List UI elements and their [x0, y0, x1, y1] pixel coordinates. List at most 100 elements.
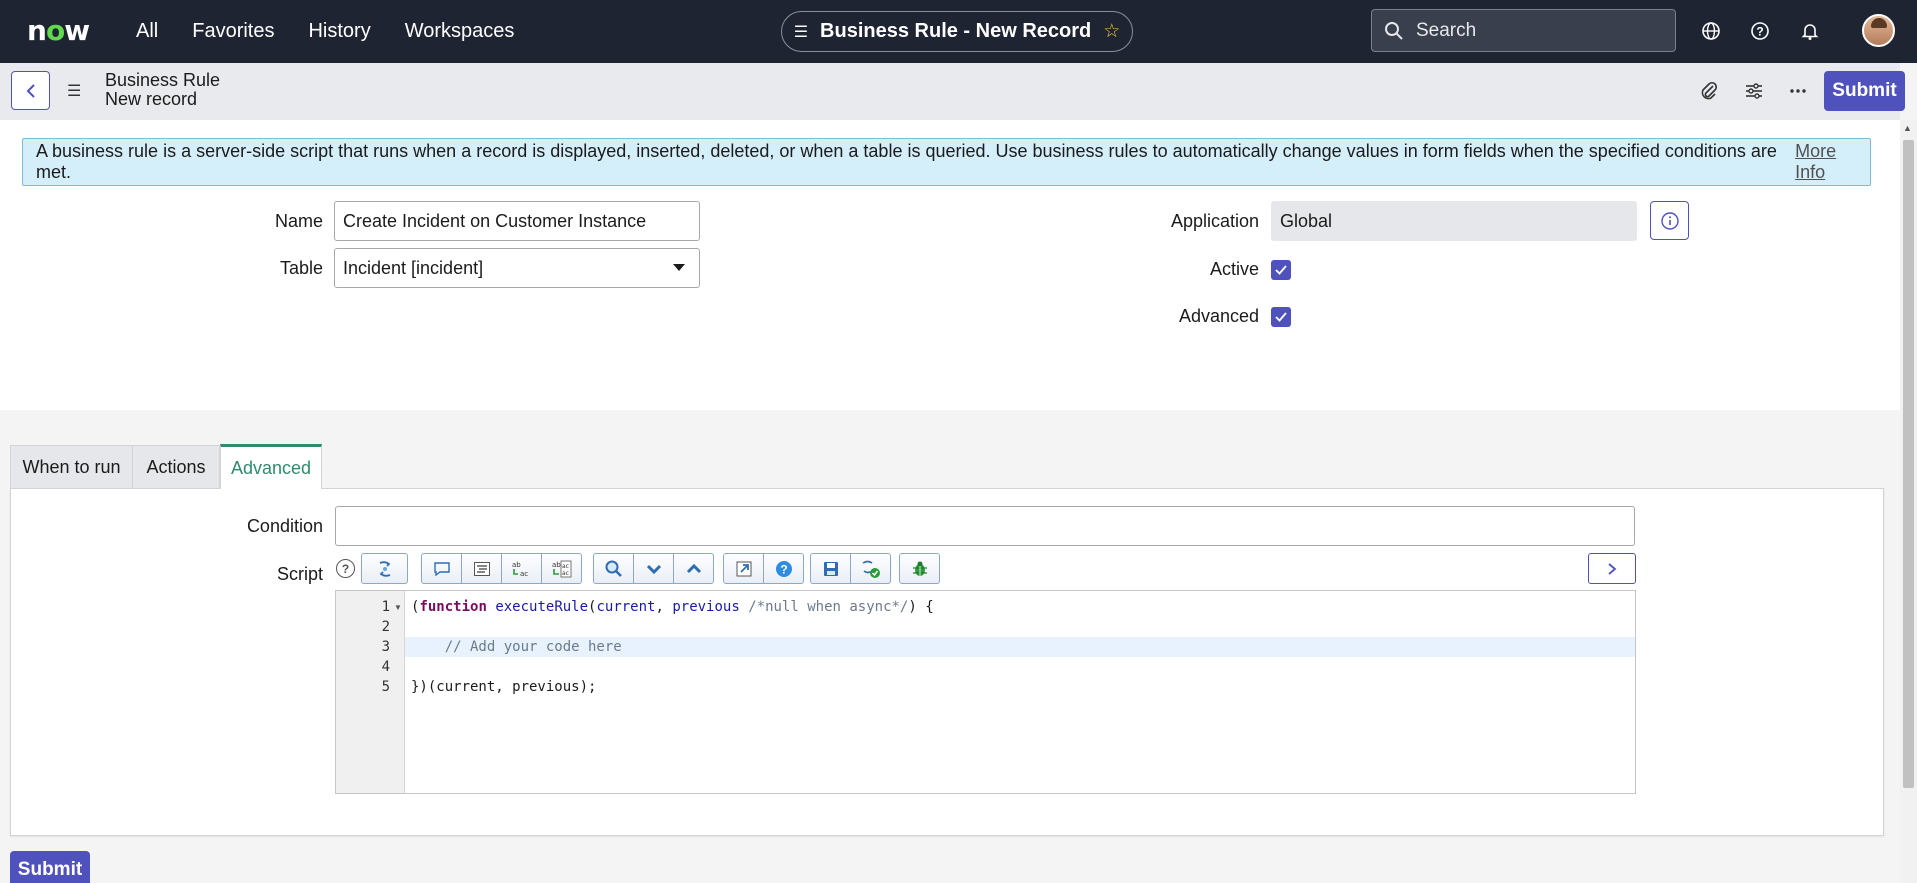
- more-info-link[interactable]: More Info: [1795, 141, 1870, 183]
- line-number: 3: [381, 639, 390, 655]
- nav-all[interactable]: All: [136, 20, 158, 43]
- script-editor[interactable]: 1 ▼ 2 3 4 5 (function executeRule(curren…: [335, 590, 1636, 794]
- submit-button-bottom[interactable]: Submit: [10, 851, 90, 883]
- scrollbar-thumb[interactable]: [1903, 140, 1914, 788]
- info-banner: A business rule is a server-side script …: [22, 138, 1871, 186]
- advanced-label: Advanced: [1178, 306, 1259, 326]
- toolbar-group-format: [361, 553, 408, 584]
- info-icon: [1660, 211, 1679, 230]
- find-next-button[interactable]: [633, 553, 674, 584]
- back-icon: [26, 83, 35, 98]
- chevron-down-icon: [646, 564, 661, 574]
- tab-when-to-run[interactable]: When to run: [10, 445, 133, 489]
- tab-actions[interactable]: Actions: [132, 445, 220, 489]
- syntax-check-icon: [862, 560, 880, 578]
- code-line: // Add your code here: [411, 639, 622, 655]
- expand-script-button[interactable]: [1588, 553, 1636, 584]
- name-label: Name: [274, 211, 323, 231]
- search-placeholder: Search: [1416, 19, 1477, 41]
- check-icon: [1275, 265, 1287, 275]
- nav-favorites[interactable]: Favorites: [192, 20, 274, 43]
- more-icon[interactable]: [1786, 79, 1810, 103]
- code-line: (function executeRule(current, previous …: [411, 599, 934, 615]
- svg-text:ac: ac: [562, 563, 569, 570]
- toolbar-group-save: [810, 553, 891, 584]
- settings-sliders-icon[interactable]: [1742, 79, 1766, 103]
- replace-all-icon: ab acac: [552, 560, 571, 577]
- menu-icon[interactable]: ☰: [67, 81, 81, 101]
- name-field[interactable]: Create Incident on Customer Instance: [334, 201, 700, 241]
- application-field: Global: [1271, 201, 1637, 241]
- context-title-pill[interactable]: ☰ Business Rule - New Record ☆: [781, 11, 1133, 52]
- application-info-button[interactable]: [1650, 201, 1689, 240]
- advanced-checkbox[interactable]: [1271, 307, 1291, 327]
- editor-gutter: 1 ▼ 2 3 4 5: [336, 591, 405, 793]
- search-icon: [1385, 21, 1403, 40]
- line-number: 1: [381, 599, 390, 615]
- globe-icon[interactable]: [1699, 19, 1723, 43]
- global-search[interactable]: Search: [1371, 9, 1676, 52]
- svg-text:ac: ac: [562, 570, 569, 577]
- script-debugger-button[interactable]: [899, 553, 940, 584]
- fullscreen-button[interactable]: [723, 553, 764, 584]
- fold-arrow-icon[interactable]: ▼: [394, 603, 402, 612]
- table-select[interactable]: Incident [incident]: [334, 248, 700, 288]
- format-code-button[interactable]: [461, 553, 502, 584]
- chevron-down-icon: [673, 264, 685, 271]
- form-title: Business Rule New record: [105, 71, 220, 109]
- active-checkbox[interactable]: [1271, 260, 1291, 280]
- top-nav: now All Favorites History Workspaces ☰ B…: [0, 0, 1917, 63]
- search-code-button[interactable]: [593, 553, 634, 584]
- syntax-check-button[interactable]: [850, 553, 891, 584]
- submit-button-top[interactable]: Submit: [1824, 71, 1905, 111]
- script-label: Script: [276, 564, 323, 584]
- save-script-button[interactable]: [810, 553, 851, 584]
- help-icon: ?: [775, 560, 792, 577]
- active-label: Active: [1209, 259, 1259, 279]
- check-icon: [1275, 312, 1287, 322]
- context-title: Business Rule - New Record: [820, 20, 1092, 42]
- favorite-star-icon[interactable]: ☆: [1103, 20, 1120, 43]
- bell-icon[interactable]: [1798, 19, 1822, 43]
- search-icon: [605, 560, 622, 577]
- toolbar-group-search: [593, 553, 714, 584]
- toolbar-group-debug: [899, 553, 940, 584]
- line-number: 2: [381, 619, 390, 635]
- form-title-record: New record: [105, 89, 198, 109]
- replace-icon: abac: [512, 561, 528, 578]
- script-help-icon[interactable]: ?: [336, 559, 355, 578]
- replace-all-button[interactable]: ab ac ac: [541, 553, 582, 584]
- avatar[interactable]: [1862, 14, 1895, 47]
- svg-text:?: ?: [780, 562, 787, 576]
- help-icon[interactable]: ?: [1748, 19, 1772, 43]
- nav-workspaces[interactable]: Workspaces: [405, 20, 515, 43]
- scroll-up-arrow-icon[interactable]: ▲: [1903, 123, 1912, 133]
- attachment-icon[interactable]: [1697, 79, 1721, 103]
- application-label: Application: [1170, 211, 1259, 231]
- chevron-up-icon: [686, 563, 701, 573]
- format-icon: [473, 561, 490, 576]
- comment-button[interactable]: [421, 553, 462, 584]
- form-title-table: Business Rule: [105, 70, 221, 90]
- script-help-button[interactable]: ?: [763, 553, 804, 584]
- back-button[interactable]: [11, 71, 50, 110]
- svg-text:ac: ac: [520, 570, 528, 578]
- chevron-right-icon: [1608, 562, 1617, 575]
- comment-icon: [433, 561, 450, 576]
- form-header: ☰ Business Rule New record Submit: [0, 63, 1905, 120]
- table-label: Table: [279, 258, 323, 278]
- find-previous-button[interactable]: [673, 553, 714, 584]
- svg-text:ab: ab: [512, 561, 521, 569]
- nav-links: All Favorites History Workspaces: [136, 0, 514, 63]
- nav-history[interactable]: History: [308, 20, 370, 43]
- table-select-value: Incident [incident]: [343, 257, 484, 278]
- svg-text:ab: ab: [552, 561, 561, 569]
- code-line: })(current, previous);: [411, 679, 597, 695]
- replace-button[interactable]: ab ac: [501, 553, 542, 584]
- line-number: 5: [381, 679, 390, 695]
- condition-field[interactable]: [335, 506, 1635, 546]
- tab-advanced[interactable]: Advanced: [220, 444, 322, 489]
- toggle-syntax-editor-button[interactable]: [361, 553, 408, 584]
- servicenow-logo[interactable]: now: [27, 14, 90, 47]
- syntax-toggle-icon: [379, 560, 390, 577]
